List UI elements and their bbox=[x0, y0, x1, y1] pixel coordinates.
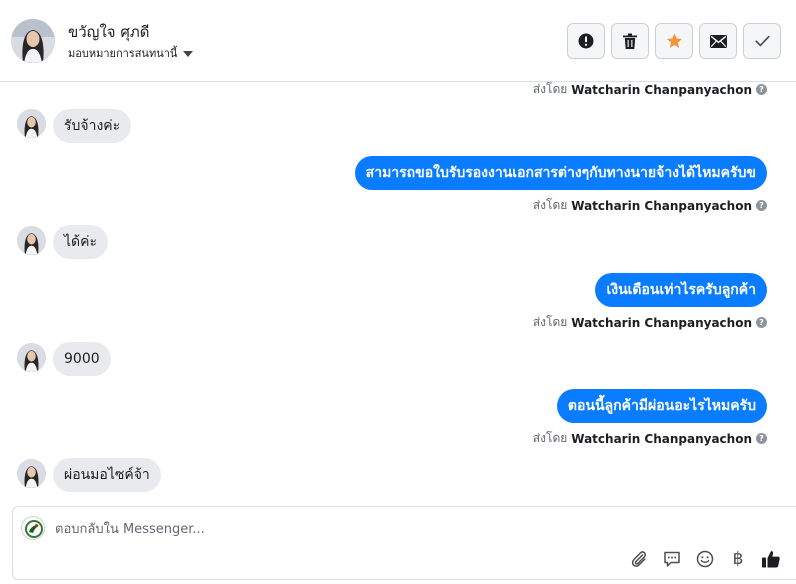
sent-by-label: ส่งโดย Watcharin Chanpanyachon? bbox=[533, 82, 767, 99]
help-icon[interactable]: ? bbox=[756, 317, 767, 328]
reply-composer: ฿ bbox=[12, 506, 796, 580]
assign-conversation-label: มอบหมายการสนทนานี้ bbox=[68, 47, 178, 60]
star-icon bbox=[666, 33, 682, 48]
payment-button[interactable]: ฿ bbox=[728, 549, 748, 569]
emoji-icon bbox=[696, 550, 714, 568]
reply-input[interactable] bbox=[55, 519, 615, 539]
help-icon[interactable]: ? bbox=[756, 200, 767, 211]
contact-avatar-small[interactable] bbox=[17, 226, 46, 255]
mark-unread-button[interactable] bbox=[699, 23, 737, 59]
outgoing-message[interactable]: สามารถขอใบรับรองงานเอกสารต่างๆกับทางนายจ… bbox=[354, 156, 767, 190]
help-icon[interactable]: ? bbox=[756, 433, 767, 444]
contact-avatar-small[interactable] bbox=[17, 459, 46, 488]
assign-conversation-dropdown[interactable]: มอบหมายการสนทนานี้ bbox=[68, 44, 194, 62]
contact-avatar-small[interactable] bbox=[17, 109, 46, 138]
mark-done-button[interactable] bbox=[743, 23, 781, 59]
contact-avatar-small[interactable] bbox=[17, 343, 46, 372]
contact-name: ขวัญใจ ศุภดี bbox=[68, 23, 150, 41]
sent-by-label: ส่งโดย Watcharin Chanpanyachon? bbox=[533, 429, 767, 448]
sent-by-label: ส่งโดย Watcharin Chanpanyachon? bbox=[533, 313, 767, 332]
emoji-button[interactable] bbox=[695, 549, 715, 569]
message-thread[interactable]: ส่งโดย Watcharin Chanpanyachon? รับจ้างค่… bbox=[0, 82, 796, 500]
saved-replies-button[interactable] bbox=[662, 549, 682, 569]
paperclip-icon bbox=[631, 551, 646, 567]
outgoing-message[interactable]: ตอนนี้ลูกค้ามีผ่อนอะไรไหมครับ bbox=[556, 389, 767, 423]
report-spam-button[interactable] bbox=[567, 23, 605, 59]
thumbs-up-icon bbox=[762, 551, 780, 568]
caret-down-icon bbox=[183, 50, 194, 57]
trash-icon bbox=[623, 33, 637, 49]
baht-icon: ฿ bbox=[732, 549, 744, 569]
alert-icon bbox=[578, 33, 594, 49]
attach-button[interactable] bbox=[629, 549, 649, 569]
check-icon bbox=[754, 35, 770, 47]
delete-button[interactable] bbox=[611, 23, 649, 59]
mail-icon bbox=[709, 34, 727, 48]
incoming-message[interactable]: 9000 bbox=[53, 342, 111, 376]
outgoing-message[interactable]: เงินเดือนเท่าไรครับลูกค้า bbox=[595, 273, 767, 307]
help-icon[interactable]: ? bbox=[756, 84, 767, 95]
incoming-message[interactable]: ผ่อนมอไซค์จ้า bbox=[53, 458, 161, 492]
incoming-message[interactable]: รับจ้างค่ะ bbox=[53, 109, 132, 143]
incoming-message[interactable]: ได้ค่ะ bbox=[53, 225, 109, 259]
like-button[interactable] bbox=[761, 549, 781, 569]
conversation-header: ขวัญใจ ศุภดี มอบหมายการสนทนานี้ bbox=[0, 0, 796, 82]
composer-tools: ฿ bbox=[629, 549, 781, 569]
conversation-actions bbox=[567, 23, 781, 59]
saved-reply-icon bbox=[664, 551, 680, 567]
page-logo bbox=[21, 516, 45, 540]
star-button[interactable] bbox=[655, 23, 693, 59]
sent-by-label: ส่งโดย Watcharin Chanpanyachon? bbox=[533, 196, 767, 215]
contact-avatar[interactable] bbox=[11, 19, 55, 63]
